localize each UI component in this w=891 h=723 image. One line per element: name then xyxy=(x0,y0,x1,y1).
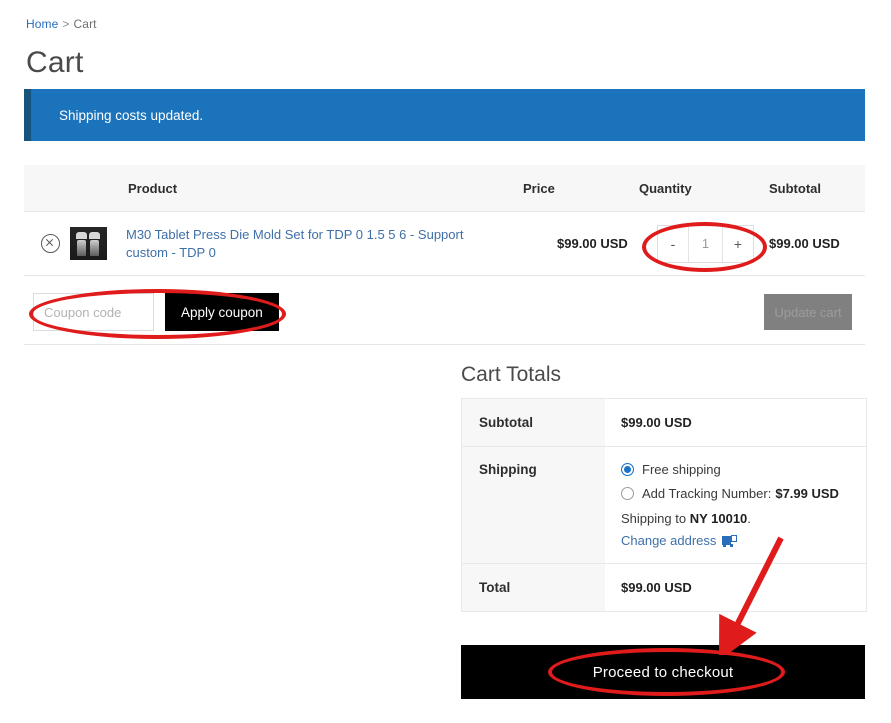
breadcrumb-current: Cart xyxy=(73,17,97,31)
change-address-label: Change address xyxy=(621,533,717,548)
breadcrumb: Home > Cart xyxy=(26,17,97,31)
shipping-address-icon xyxy=(722,534,738,547)
header-product: Product xyxy=(128,180,178,196)
product-subtotal: $99.00 USD xyxy=(769,235,840,251)
totals-shipping-label: Shipping xyxy=(462,447,605,563)
cart-totals-title: Cart Totals xyxy=(461,363,561,386)
totals-row-shipping: Shipping Free shipping Add Tracking Numb… xyxy=(462,447,866,564)
table-row: M30 Tablet Press Die Mold Set for TDP 0 … xyxy=(24,212,865,276)
product-name-cell: M30 Tablet Press Die Mold Set for TDP 0 … xyxy=(126,226,557,262)
update-cart-button: Update cart xyxy=(764,294,852,330)
shipping-option-tracking[interactable]: Add Tracking Number: $7.99 USD xyxy=(621,486,866,501)
cart-totals-table: Subtotal $99.00 USD Shipping Free shippi… xyxy=(461,398,867,612)
totals-row-total: Total $99.00 USD xyxy=(462,564,866,611)
quantity-decrease-button[interactable]: - xyxy=(658,225,688,262)
shipping-option-tracking-price: $7.99 USD xyxy=(775,486,839,501)
shipping-option-free[interactable]: Free shipping xyxy=(621,462,866,477)
proceed-to-checkout-button[interactable]: Proceed to checkout xyxy=(461,645,865,699)
totals-row-subtotal: Subtotal $99.00 USD xyxy=(462,399,866,447)
product-thumbnail[interactable] xyxy=(70,227,107,260)
page-title: Cart xyxy=(26,46,84,79)
header-subtotal: Subtotal xyxy=(769,180,821,196)
shipping-destination-suffix: . xyxy=(747,511,751,526)
header-price: Price xyxy=(523,180,555,196)
apply-coupon-button[interactable]: Apply coupon xyxy=(165,293,279,331)
thumbnail-cell xyxy=(70,227,126,260)
cart-table-header: Product Price Quantity Subtotal xyxy=(24,165,865,212)
quantity-increase-button[interactable]: + xyxy=(723,225,753,262)
breadcrumb-separator: > xyxy=(62,17,70,31)
radio-free-shipping-icon[interactable] xyxy=(621,463,634,476)
shipping-destination: Shipping to NY 10010. xyxy=(621,511,866,526)
product-name-link[interactable]: M30 Tablet Press Die Mold Set for TDP 0 … xyxy=(126,226,496,262)
product-subtotal-cell: $99.00 USD xyxy=(769,235,865,253)
header-quantity: Quantity xyxy=(639,180,692,196)
shipping-notice-banner: Shipping costs updated. xyxy=(24,89,865,141)
totals-subtotal-value: $99.00 USD xyxy=(621,415,692,430)
totals-total-value: $99.00 USD xyxy=(621,580,692,595)
cart-table: Product Price Quantity Subtotal M30 Tabl… xyxy=(24,165,865,276)
coupon-code-input[interactable] xyxy=(33,293,154,331)
shipping-destination-location: NY 10010 xyxy=(689,511,748,526)
product-price-cell: $99.00 USD xyxy=(557,235,649,253)
totals-subtotal-cell: $99.00 USD xyxy=(605,399,866,446)
notice-message: Shipping costs updated. xyxy=(59,107,204,123)
totals-shipping-cell: Free shipping Add Tracking Number: $7.99… xyxy=(605,447,866,563)
shipping-option-free-label: Free shipping xyxy=(642,462,721,477)
quantity-stepper[interactable]: - 1 + xyxy=(657,224,754,263)
shipping-destination-prefix: Shipping to xyxy=(621,511,687,526)
coupon-row: Apply coupon Update cart xyxy=(24,292,865,345)
breadcrumb-home-link[interactable]: Home xyxy=(26,17,58,31)
product-price: $99.00 USD xyxy=(557,235,628,251)
cart-page: Home > Cart Cart Shipping costs updated. P… xyxy=(0,0,891,723)
remove-circle-x-icon[interactable] xyxy=(41,234,60,253)
remove-cell xyxy=(24,234,70,253)
radio-add-tracking-icon[interactable] xyxy=(621,487,634,500)
totals-total-label: Total xyxy=(462,564,605,611)
totals-total-cell: $99.00 USD xyxy=(605,564,866,611)
product-quantity-cell: - 1 + xyxy=(649,224,769,263)
quantity-value[interactable]: 1 xyxy=(688,225,723,262)
change-address-link[interactable]: Change address xyxy=(621,533,738,548)
totals-subtotal-label: Subtotal xyxy=(462,399,605,446)
shipping-option-tracking-label: Add Tracking Number: xyxy=(642,486,772,501)
